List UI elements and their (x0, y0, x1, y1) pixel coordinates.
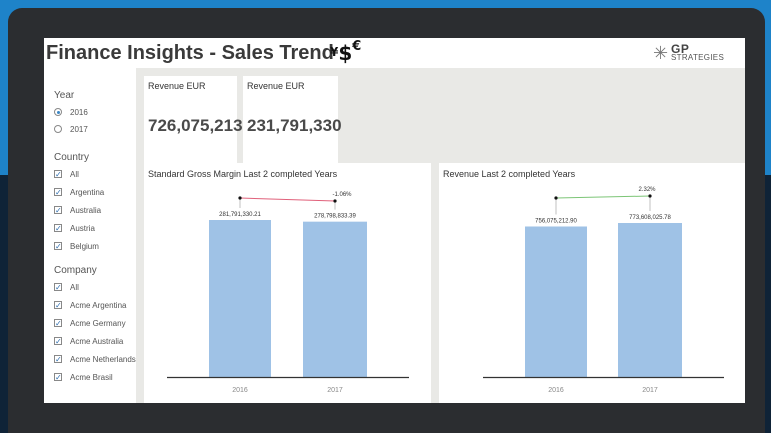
checkbox-checked-icon[interactable]: ✓ (54, 170, 62, 179)
kpi-value: 726,075,213 (148, 116, 243, 135)
bar (303, 221, 367, 377)
kpi-title: Revenue EUR (247, 81, 305, 91)
checkbox-checked-icon[interactable]: ✓ (54, 301, 62, 310)
year-option-label: 2017 (70, 124, 88, 134)
company-option-label: All (70, 282, 79, 292)
company-filter-label: Company (54, 265, 97, 276)
data-label: 773,608,025.78 (629, 215, 671, 221)
filter-sidebar: Year 2016 2017 Country ✓ All ✓ Argentina… (44, 68, 136, 403)
dollar-symbol: $ (338, 41, 353, 65)
company-option-acme-brasil[interactable]: ✓ Acme Brasil (54, 371, 113, 383)
data-label: 278,798,833.39 (314, 214, 356, 220)
country-option-argentina[interactable]: ✓ Argentina (54, 186, 104, 198)
checkbox-checked-icon[interactable]: ✓ (54, 224, 62, 233)
trend-point (554, 196, 558, 200)
page-title: Finance Insights - Sales Trend (46, 42, 334, 64)
kpi-title: Revenue EUR (148, 81, 206, 91)
tick-label: 2016 (548, 387, 564, 394)
checkbox-checked-icon[interactable]: ✓ (54, 206, 62, 215)
tick-label: 2017 (642, 387, 658, 394)
country-option-label: Belgium (70, 241, 99, 251)
company-option-acme-australia[interactable]: ✓ Acme Australia (54, 335, 123, 347)
year-option-2017[interactable]: 2017 (54, 123, 88, 135)
bar (618, 223, 682, 377)
trend-line (239, 197, 336, 202)
company-option-label: Acme Argentina (70, 300, 127, 310)
year-option-label: 2016 (70, 107, 88, 117)
checkbox-checked-icon[interactable]: ✓ (54, 355, 62, 364)
company-option-label: Acme Germany (70, 318, 126, 328)
country-option-austria[interactable]: ✓ Austria (54, 222, 95, 234)
country-option-label: Argentina (70, 187, 105, 197)
checkbox-checked-icon[interactable]: ✓ (54, 337, 62, 346)
header-bar: Finance Insights - Sales Trend ¥$€ ✳ GP … (44, 38, 745, 68)
radio-unselected-icon[interactable] (54, 125, 62, 133)
trend-point (333, 199, 337, 203)
year-filter-label: Year (54, 90, 75, 101)
country-option-australia[interactable]: ✓ Australia (54, 204, 101, 216)
trend-point (238, 196, 242, 200)
kpi-value: 231,791,330 (247, 116, 342, 135)
country-option-all[interactable]: ✓ All (54, 168, 79, 180)
chart-svg: 756,075,212.90 2016 773,608,025.78 2017 2.32… (483, 187, 724, 394)
currency-icon: ¥$€ (330, 39, 362, 65)
company-option-label: Acme Brasil (70, 372, 113, 382)
chart-svg: 281,791,330.21 2016 278,798,833.39 2017 -1.0… (167, 192, 409, 394)
checkbox-checked-icon[interactable]: ✓ (54, 373, 62, 382)
company-option-label: Acme Australia (70, 336, 124, 346)
tick-label: 2017 (327, 387, 343, 394)
company-logo: ✳ GP STRATEGIES (653, 42, 739, 65)
checkbox-checked-icon[interactable]: ✓ (54, 283, 62, 292)
trend-line (555, 195, 651, 199)
checkbox-checked-icon[interactable]: ✓ (54, 319, 62, 328)
country-filter-label: Country (54, 152, 90, 163)
data-label: 756,075,212.90 (535, 218, 577, 224)
dashboard-screen: Finance Insights - Sales Trend ¥$€ ✳ GP … (44, 38, 745, 403)
company-option-acme-netherlands[interactable]: ✓ Acme Netherlands (54, 353, 136, 365)
logo-text-strategies: STRATEGIES (671, 53, 725, 62)
company-option-acme-germany[interactable]: ✓ Acme Germany (54, 317, 126, 329)
country-option-label: Austria (70, 223, 95, 233)
bar (209, 220, 271, 377)
country-option-label: Australia (70, 205, 102, 215)
company-option-label: Acme Netherlands (70, 354, 136, 364)
chart-revenue[interactable]: Revenue Last 2 completed Years 756,075,2… (439, 163, 745, 403)
checkbox-checked-icon[interactable]: ✓ (54, 188, 62, 197)
company-option-acme-argentina[interactable]: ✓ Acme Argentina (54, 299, 126, 311)
country-option-belgium[interactable]: ✓ Belgium (54, 240, 99, 252)
country-option-label: All (70, 169, 79, 179)
data-label: 281,791,330.21 (219, 212, 261, 218)
euro-symbol: € (352, 39, 362, 54)
change-label: -1.06% (332, 192, 352, 198)
year-option-2016[interactable]: 2016 (54, 106, 88, 118)
chart-gross-margin[interactable]: Standard Gross Margin Last 2 completed Y… (144, 163, 431, 403)
yen-symbol: ¥ (330, 45, 339, 59)
change-label: 2.32% (638, 187, 656, 193)
company-option-all[interactable]: ✓ All (54, 281, 79, 293)
tick-label: 2016 (232, 387, 248, 394)
checkbox-checked-icon[interactable]: ✓ (54, 242, 62, 251)
trend-point (648, 194, 652, 198)
logo-burst-icon: ✳ (653, 43, 669, 63)
radio-selected-icon[interactable] (54, 108, 62, 116)
bar (525, 226, 587, 377)
